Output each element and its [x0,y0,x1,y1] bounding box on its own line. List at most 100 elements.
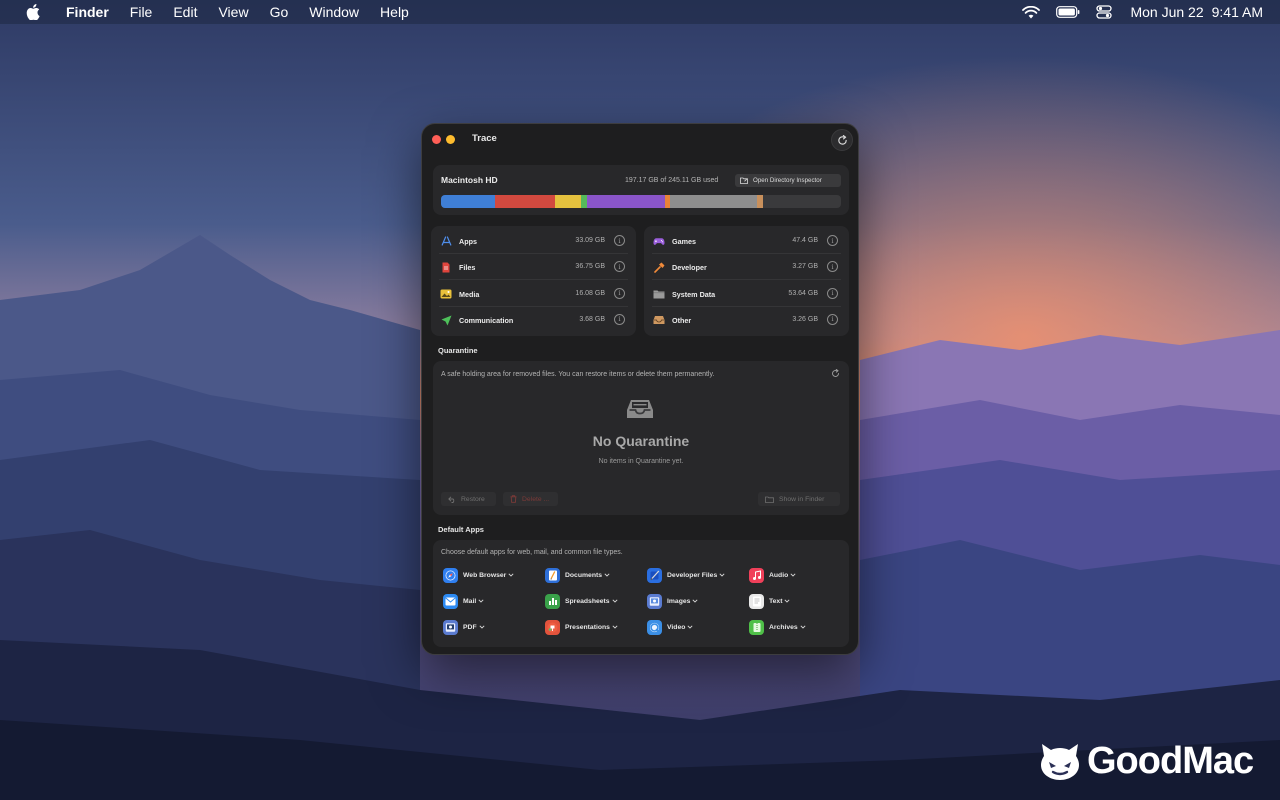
trash-icon [510,495,517,503]
chevron-down-icon [612,599,618,603]
hammer-icon [653,262,665,274]
restore-icon [448,495,456,503]
open-directory-inspector-label: Open Directory Inspector [753,177,822,184]
menu-file[interactable]: File [130,0,153,24]
archive-utility-icon [749,619,764,635]
default-app-audio[interactable]: Audio [749,567,796,583]
default-app-spreadsheets[interactable]: Spreadsheets [545,593,618,609]
goodmac-logo-icon [1041,743,1079,780]
quarantine-refresh-icon[interactable] [831,369,840,378]
usage-segment-games[interactable] [587,195,665,208]
close-window-button[interactable] [432,135,441,144]
menu-go[interactable]: Go [270,0,289,24]
category-row-media[interactable]: Media 16.08 GB i [431,281,636,307]
info-icon[interactable]: i [614,235,625,246]
category-label: Developer [672,263,707,273]
category-row-communication[interactable]: Communication 3.68 GB i [431,307,636,333]
usage-segment-system-data[interactable] [669,195,758,208]
default-app-label: Web Browser [463,571,507,579]
default-app-video[interactable]: Video [647,619,693,635]
info-icon[interactable]: i [614,313,625,325]
control-center-icon[interactable] [1096,5,1113,19]
default-app-presentations[interactable]: Presentations [545,619,618,635]
wifi-icon[interactable] [1022,5,1041,19]
default-app-archives[interactable]: Archives [749,619,806,635]
keynote-icon [545,619,560,635]
category-row-apps[interactable]: Apps 33.09 GB i [431,228,636,254]
default-app-developer-files[interactable]: Developer Files [647,567,725,583]
menubar-clock[interactable]: Mon Jun 22 9:41 AM [1130,4,1263,20]
battery-icon[interactable] [1056,6,1080,18]
storage-usage-bar [441,195,841,208]
category-row-games[interactable]: Games 47.4 GB i [644,228,849,254]
category-size: 3.68 GB [579,315,605,323]
info-icon[interactable]: i [827,235,838,246]
folder-icon [653,289,665,300]
default-apps-section-title: Default Apps [438,525,484,534]
category-row-developer[interactable]: Developer 3.27 GB i [644,254,849,281]
info-icon[interactable]: i [827,313,838,325]
info-icon[interactable]: i [614,287,625,299]
default-app-label: Archives [769,623,798,631]
default-app-text[interactable]: Text [749,593,791,609]
gamepad-icon [653,236,665,247]
category-size: 33.09 GB [575,237,605,244]
category-row-other[interactable]: Other 3.26 GB i [644,307,849,333]
default-app-web-browser[interactable]: Web Browser [443,567,514,583]
quarantine-empty-subtitle: No items in Quarantine yet. [598,458,684,465]
category-row-system-data[interactable]: System Data 53.64 GB i [644,281,849,307]
chevron-down-icon [612,625,618,629]
category-label: Communication [459,315,514,325]
default-app-pdf[interactable]: PDF [443,619,485,635]
category-label: Apps [459,237,477,246]
mail-icon [443,593,458,609]
default-app-images[interactable]: Images [647,593,698,609]
disk-name: Macintosh HD [441,175,498,185]
apple-logo-icon[interactable] [26,3,42,21]
default-app-documents[interactable]: Documents [545,567,610,583]
info-icon[interactable]: i [827,287,838,299]
menu-bar: Finder File Edit View Go Window Help Mon… [0,0,1280,24]
menu-window[interactable]: Window [309,0,359,24]
safari-icon [443,567,458,583]
category-label: Games [672,237,696,246]
restore-button[interactable]: Restore [441,492,496,506]
chevron-down-icon [687,625,693,629]
usage-segment-media[interactable] [554,195,582,208]
window-title: Trace [472,133,497,144]
folder-icon [765,496,774,503]
minimize-window-button[interactable] [446,135,455,144]
default-app-label: Mail [463,597,477,605]
preview-icon [647,593,662,609]
categories-left-card: Apps 33.09 GB i Files 36.75 GB i Media 16.08 GB… [431,226,636,336]
open-directory-inspector-button[interactable]: Open Directory Inspector [735,174,841,187]
delete-button[interactable]: Delete ... [503,492,558,506]
chevron-down-icon [508,573,514,577]
info-icon[interactable]: i [827,261,838,273]
category-label: Other [672,315,692,325]
default-app-mail[interactable]: Mail [443,593,484,609]
menu-help[interactable]: Help [380,0,409,24]
default-app-label: Presentations [565,623,610,631]
document-icon [440,262,452,273]
quarantine-section-title: Quarantine [438,346,478,355]
usage-segment-other[interactable] [757,195,763,208]
show-in-finder-button[interactable]: Show in Finder [758,492,840,506]
title-bar[interactable]: Trace [422,124,858,156]
info-icon[interactable]: i [614,261,625,273]
chevron-down-icon [604,573,610,577]
menu-view[interactable]: View [218,0,248,24]
category-label: Files [459,263,476,273]
usage-segment-apps[interactable] [441,195,495,208]
category-row-files[interactable]: Files 36.75 GB i [431,254,636,281]
refresh-button[interactable] [831,129,853,151]
menu-edit[interactable]: Edit [173,0,197,24]
category-size: 53.64 GB [788,289,818,297]
menu-app-name[interactable]: Finder [66,0,109,24]
usage-segment-files[interactable] [495,195,555,208]
default-app-label: Text [769,597,783,605]
refresh-icon [837,134,847,145]
category-size: 3.26 GB [792,315,818,323]
default-app-label: PDF [463,623,477,631]
disk-usage-text: 197.17 GB of 245.11 GB used [625,177,719,184]
